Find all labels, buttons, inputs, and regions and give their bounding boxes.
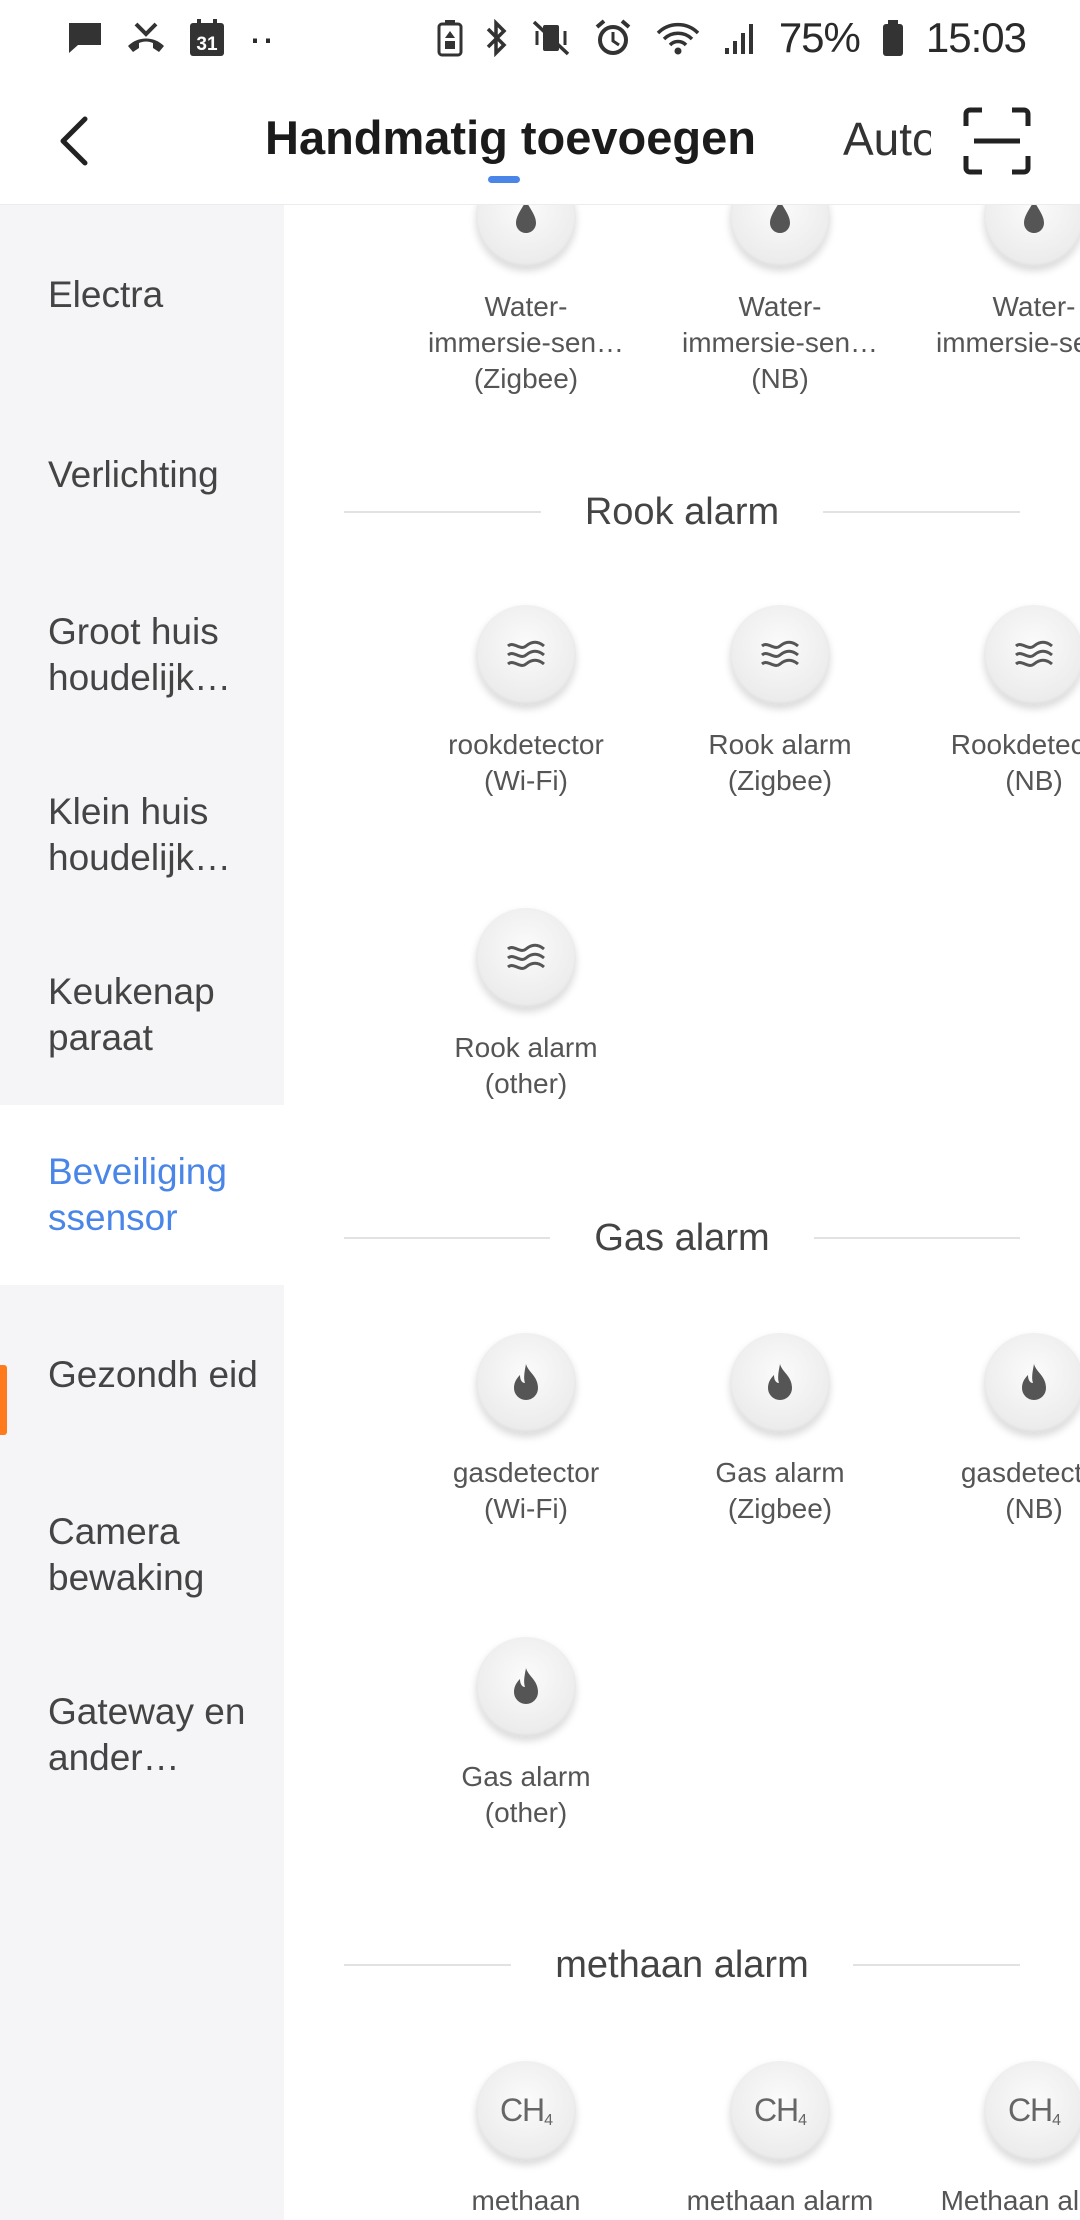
device-name: Water- immersie-sen… (NB) — [681, 291, 879, 394]
device-name: Methaan alarm — [940, 2185, 1080, 2216]
device-smoke-detector-nb[interactable]: Rookdetector (NB) — [919, 605, 1080, 799]
sidebar-item-label: Klein huis houdelijk… — [48, 791, 232, 878]
category-sidebar: Electra Verlichting Groot huis houdelijk… — [0, 205, 284, 2220]
device-smoke-alarm-other[interactable]: Rook alarm (other) — [411, 908, 641, 1102]
status-bar: 31 ·· 75% 15:03 — [0, 0, 1080, 76]
water-drop-icon — [476, 205, 576, 267]
flame-icon — [984, 1333, 1080, 1433]
smoke-waves-icon — [730, 605, 830, 705]
section-header-smoke-alarm: Rook alarm — [344, 482, 1021, 542]
device-list: Water- immersie-sen… (Zigbee) Water- imm… — [284, 205, 1080, 2220]
alarm-icon — [593, 18, 633, 58]
device-methane-alarm-3[interactable]: CH4 Methaan alarm — [919, 2061, 1080, 2219]
wifi-icon — [655, 18, 701, 58]
sidebar-item-label: Camera bewaking — [48, 1511, 205, 1598]
sidebar-item-camerabewaking[interactable]: Camera bewaking — [0, 1465, 284, 1645]
message-icon — [66, 18, 104, 58]
missed-call-icon — [126, 18, 166, 58]
section-title: Rook alarm — [584, 490, 780, 533]
device-gas-detector-nb[interactable]: gasdetector (NB) — [919, 1333, 1080, 1527]
bluetooth-icon — [485, 18, 509, 58]
sidebar-item-label: Verlichting — [48, 454, 219, 495]
battery-saver-icon — [437, 18, 463, 58]
flame-icon — [476, 1637, 576, 1737]
device-methane-alarm-1[interactable]: CH4 methaan — [411, 2061, 641, 2219]
chevron-left-icon — [60, 116, 88, 166]
smoke-waves-icon — [984, 605, 1080, 705]
sidebar-item-keukenapparaat[interactable]: Keukenap paraat — [0, 925, 284, 1105]
section-title: Gas alarm — [594, 1216, 770, 1259]
status-bar-right: 75% 15:03 — [437, 14, 1027, 62]
device-name: Gas alarm (other) — [461, 1761, 591, 1828]
status-bar-left: 31 ·· — [66, 14, 275, 62]
device-water-immersion-zigbee[interactable]: Water- immersie-sen… (Zigbee) — [411, 205, 641, 397]
device-methane-alarm-2[interactable]: CH4 methaan alarm — [665, 2061, 895, 2219]
water-drop-icon — [730, 205, 830, 267]
sidebar-item-label: Electra — [48, 274, 164, 315]
device-water-immersion-nb[interactable]: Water- immersie-sen… (NB) — [665, 205, 895, 397]
device-name: methaan — [471, 2185, 581, 2216]
device-name: Rook alarm (Zigbee) — [708, 729, 852, 796]
ch4-icon: CH4 — [984, 2061, 1080, 2161]
sidebar-item-label: Gezondh eid — [48, 1354, 258, 1395]
vibrate-mute-icon — [531, 18, 571, 58]
scan-button[interactable] — [962, 106, 1032, 176]
top-app-bar: Handmatig toevoegen Auto — [0, 76, 1080, 205]
device-gas-alarm-zigbee[interactable]: Gas alarm (Zigbee) — [665, 1333, 895, 1527]
section-header-methane-alarm: methaan alarm — [344, 1935, 1020, 1995]
section-header-gas-alarm: Gas alarm — [344, 1208, 1020, 1268]
flame-icon — [730, 1333, 830, 1433]
battery-percent: 75% — [778, 14, 861, 61]
more-notifications: ·· — [248, 14, 275, 61]
sidebar-item-gateway[interactable]: Gateway en ander… — [0, 1645, 284, 1825]
device-name: gasdetector (Wi-Fi) — [452, 1457, 600, 1524]
device-name: Rookdetector (NB) — [950, 729, 1080, 796]
battery-icon — [882, 18, 904, 58]
device-name: Rook alarm (other) — [454, 1032, 598, 1099]
back-button[interactable] — [40, 106, 110, 176]
active-tab-indicator — [488, 176, 520, 183]
water-drop-icon — [984, 205, 1080, 267]
tab-manual-add[interactable]: Handmatig toevoegen — [265, 110, 756, 165]
device-smoke-alarm-zigbee[interactable]: Rook alarm (Zigbee) — [665, 605, 895, 799]
smoke-waves-icon — [476, 605, 576, 705]
sidebar-item-beveiligingssensor[interactable]: Beveiliging ssensor — [0, 1105, 284, 1285]
device-name: Gas alarm (Zigbee) — [715, 1457, 845, 1524]
signal-icon — [723, 18, 757, 58]
smoke-waves-icon — [476, 908, 576, 1008]
sidebar-item-verlichting[interactable]: Verlichting — [0, 385, 284, 565]
sidebar-item-label: Keukenap paraat — [48, 971, 215, 1058]
device-gas-detector-wifi[interactable]: gasdetector (Wi-Fi) — [411, 1333, 641, 1527]
clock: 15:03 — [925, 14, 1027, 61]
sidebar-item-klein-huishoudelijk[interactable]: Klein huis houdelijk… — [0, 745, 284, 925]
device-name: methaan alarm — [686, 2185, 874, 2216]
device-water-immersion-other[interactable]: Water- immersie-sen… — [919, 205, 1080, 361]
flame-icon — [476, 1333, 576, 1433]
device-name: Water- immersie-sen… — [935, 291, 1080, 358]
ch4-icon: CH4 — [730, 2061, 830, 2161]
device-gas-alarm-other[interactable]: Gas alarm (other) — [411, 1637, 641, 1831]
calendar-icon: 31 — [188, 18, 226, 58]
tab-auto-scan[interactable]: Auto — [843, 112, 931, 166]
sidebar-item-label: Gateway en ander… — [48, 1691, 246, 1778]
sidebar-item-gezondheid[interactable]: Gezondh eid — [0, 1285, 284, 1465]
qr-scan-icon — [963, 107, 1031, 175]
calendar-day: 31 — [196, 34, 218, 55]
sidebar-item-electra[interactable]: Electra — [0, 205, 284, 385]
sidebar-item-groot-huishoudelijk[interactable]: Groot huis houdelijk… — [0, 565, 284, 745]
device-smoke-detector-wifi[interactable]: rookdetector (Wi-Fi) — [411, 605, 641, 799]
sidebar-item-label: Groot huis houdelijk… — [48, 611, 232, 698]
ch4-icon: CH4 — [476, 2061, 576, 2161]
device-name: rookdetector (Wi-Fi) — [448, 729, 604, 796]
device-name: Water- immersie-sen… (Zigbee) — [427, 291, 625, 394]
section-title: methaan alarm — [555, 1943, 809, 1986]
sidebar-item-label: Beveiliging ssensor — [48, 1151, 227, 1238]
device-name: gasdetector (NB) — [960, 1457, 1080, 1524]
